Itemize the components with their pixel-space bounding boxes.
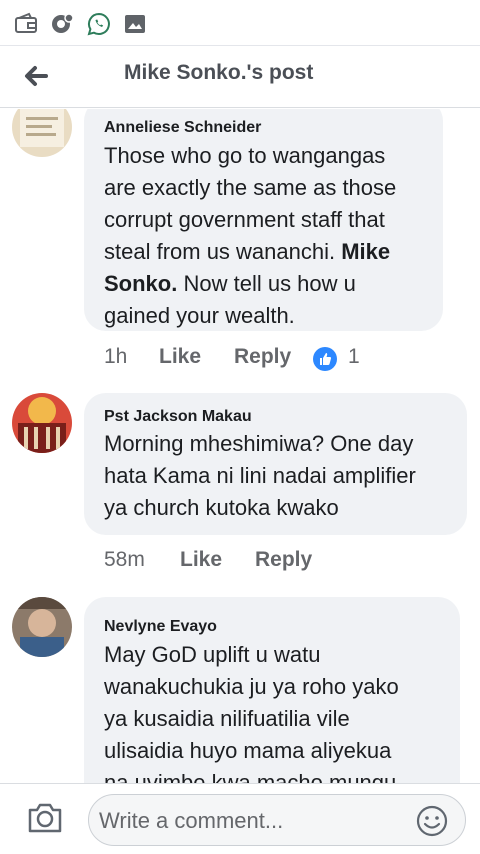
avatar[interactable] (12, 109, 72, 157)
avatar[interactable] (12, 393, 72, 453)
gallery-icon (125, 15, 145, 33)
comments-feed[interactable]: Anneliese Schneider Those who go to wang… (0, 109, 480, 783)
reply-button[interactable]: Reply (255, 548, 312, 572)
comment-actions: 58m Like Reply (104, 548, 364, 578)
comment-author[interactable]: Nevlyne Evayo (104, 618, 217, 636)
comment-author[interactable]: Pst Jackson Makau (104, 408, 252, 426)
like-reaction-icon[interactable] (313, 347, 337, 371)
comment-time: 1h (104, 345, 128, 368)
wallet-icon (15, 12, 37, 33)
comment-composer: Write a comment... (0, 783, 480, 854)
chat-notification-icon (52, 13, 74, 33)
whatsapp-icon (87, 12, 110, 36)
mention-link[interactable]: Mike (341, 239, 390, 264)
comment-text: May GoD uplift u watu wanakuchukia ju ya… (104, 642, 399, 783)
back-button[interactable] (16, 57, 56, 97)
comment-bubble[interactable]: Anneliese Schneider Those who go to wang… (84, 109, 443, 331)
emoji-button[interactable] (415, 804, 449, 838)
app-header: Mike Sonko.'s post (0, 47, 480, 108)
comment-placeholder: Write a comment... (99, 808, 284, 833)
comment-actions: 1h Like Reply 1 (104, 345, 404, 375)
comment-author[interactable]: Anneliese Schneider (104, 119, 261, 137)
like-button[interactable]: Like (159, 345, 201, 369)
comment-bubble[interactable]: Pst Jackson Makau Morning mheshimiwa? On… (84, 393, 467, 535)
emoji-icon (416, 805, 448, 837)
like-button[interactable]: Like (180, 548, 222, 572)
mention-link[interactable]: Sonko. (104, 271, 177, 296)
reaction-count: 1 (348, 345, 360, 368)
avatar[interactable] (12, 597, 72, 657)
camera-button[interactable] (26, 801, 64, 835)
comment-time: 58m (104, 548, 145, 571)
comment-text: Those who go to wangangas are exactly th… (104, 143, 397, 328)
comment-text: Morning mheshimiwa? One day hata Kama ni… (104, 431, 416, 520)
page-title: Mike Sonko.'s post (124, 61, 314, 84)
status-bar (0, 0, 480, 46)
camera-icon (28, 803, 62, 833)
arrow-left-icon (25, 66, 48, 86)
comment-input[interactable]: Write a comment... (88, 794, 466, 846)
comment-bubble[interactable]: Nevlyne Evayo May GoD uplift u watu wana… (84, 597, 460, 783)
reply-button[interactable]: Reply (234, 345, 291, 369)
